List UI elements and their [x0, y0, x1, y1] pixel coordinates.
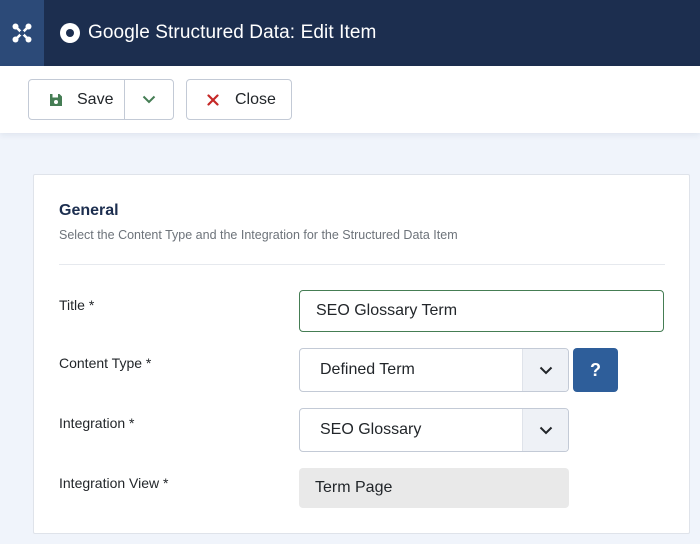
content-type-value: Defined Term: [320, 361, 415, 378]
page-title: Google Structured Data: Edit Item: [88, 22, 377, 43]
app-header: Google Structured Data: Edit Item: [0, 0, 700, 66]
floppy-disk-icon: [50, 93, 62, 106]
save-button-label: Save: [77, 90, 114, 108]
chevron-down-icon: [142, 95, 156, 104]
integration-view-field: Term Page: [299, 468, 569, 508]
toolbar: Save Close: [0, 66, 700, 133]
content-type-label: Content Type *: [59, 355, 152, 371]
radio-dot-icon: [60, 23, 80, 43]
close-button[interactable]: Close: [186, 79, 292, 120]
integration-view-label: Integration View *: [59, 475, 169, 491]
title-label: Title *: [59, 297, 95, 313]
save-button-group: Save: [28, 79, 174, 120]
content-type-select[interactable]: Defined Term: [299, 348, 569, 392]
save-button[interactable]: Save: [29, 80, 125, 119]
joomla-logo-icon: [12, 23, 32, 43]
joomla-logo[interactable]: [0, 0, 44, 66]
integration-value: SEO Glossary: [320, 421, 422, 438]
divider: [59, 264, 665, 265]
save-options-dropdown-button[interactable]: [125, 80, 173, 119]
general-card: General Select the Content Type and the …: [33, 174, 690, 534]
title-input[interactable]: [299, 290, 664, 332]
chevron-down-icon: [522, 349, 568, 391]
integration-label: Integration *: [59, 415, 135, 431]
card-title: General: [59, 202, 119, 219]
card-description: Select the Content Type and the Integrat…: [59, 228, 458, 242]
x-icon: [207, 93, 219, 106]
content-type-help-button[interactable]: ?: [573, 348, 618, 392]
chevron-down-icon: [522, 409, 568, 451]
integration-select[interactable]: SEO Glossary: [299, 408, 569, 452]
close-button-label: Close: [235, 90, 276, 108]
